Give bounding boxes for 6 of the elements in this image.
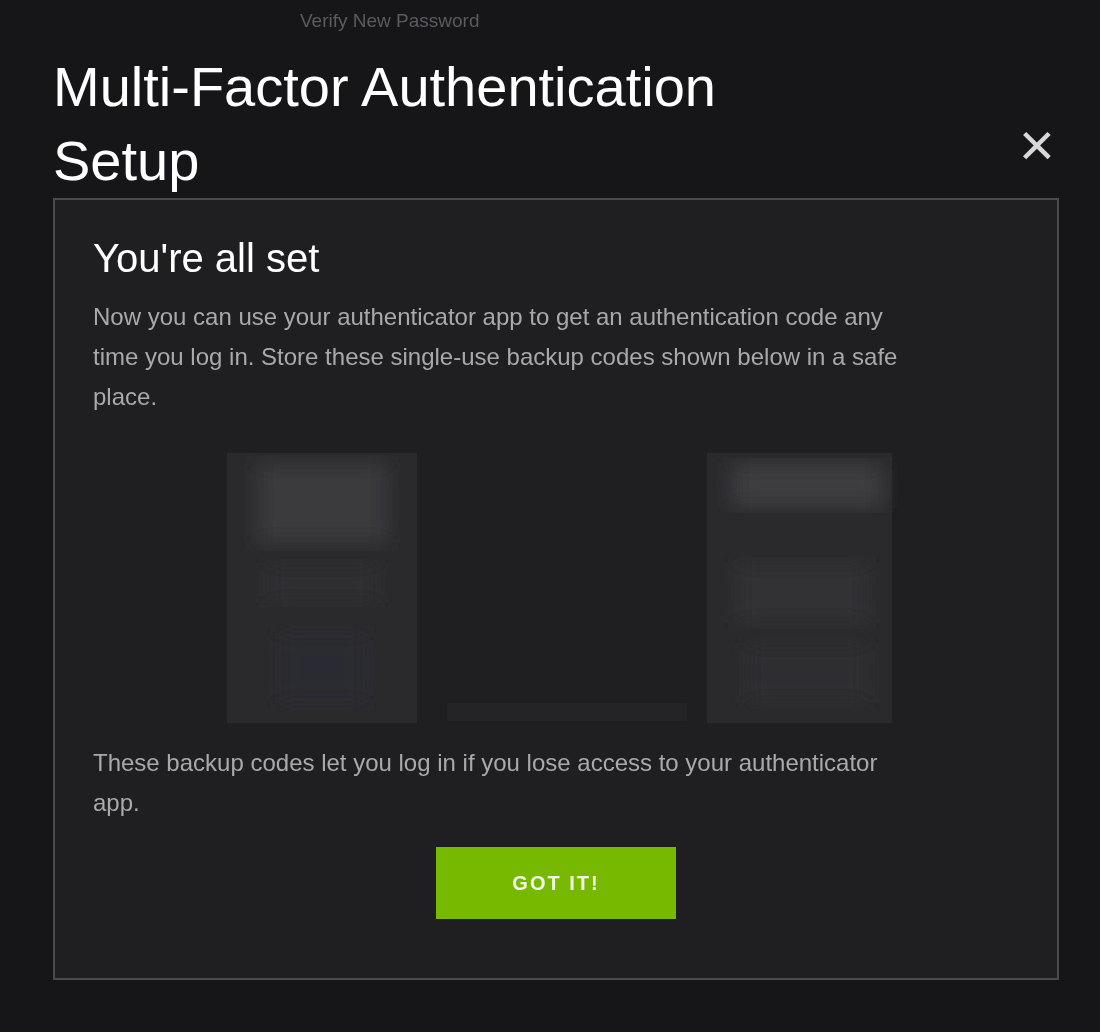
note-text: These backup codes let you log in if you lose access to your authenticator app. <box>93 748 879 818</box>
dialog-title: Multi-Factor Authentication Setup <box>53 54 717 194</box>
card-heading: You're all set <box>93 236 321 281</box>
intro-text: Now you can use your authenticator app to get an authentication code any time you log in. Store these single-use backup codes shown below in a safe place. <box>93 302 899 412</box>
background-label: Verify New Password <box>300 10 480 32</box>
close-button[interactable]: × <box>1014 120 1059 170</box>
